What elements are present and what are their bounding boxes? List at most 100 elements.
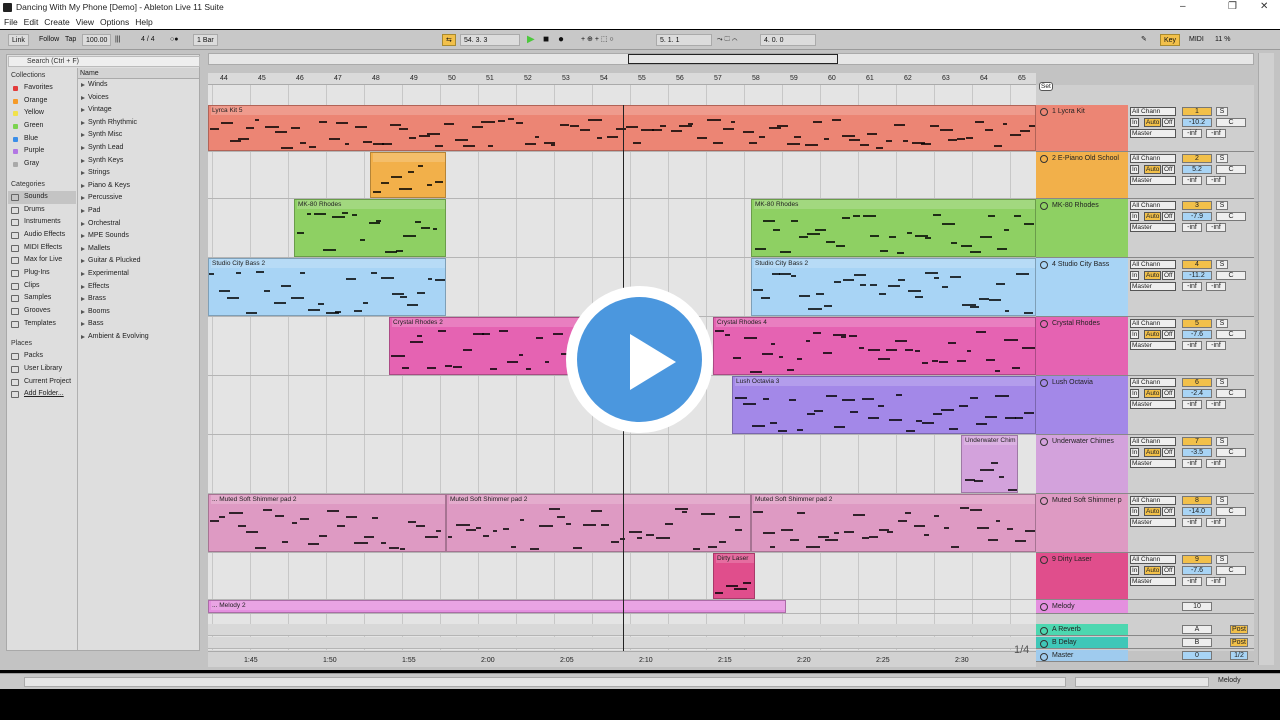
return-title-bar[interactable]: Master	[1036, 650, 1128, 661]
monitor-auto[interactable]: Auto	[1144, 389, 1162, 398]
track-header[interactable]: 2 E-Piano Old School All Chann In Auto Off Ma…	[1036, 152, 1254, 199]
track-activator[interactable]: 7	[1182, 437, 1212, 446]
track-lane[interactable]: Dirty Laser	[208, 553, 1036, 600]
solo-button[interactable]: S	[1216, 260, 1228, 269]
solo-button[interactable]: S	[1216, 154, 1228, 163]
bar-number[interactable]: 60	[828, 75, 836, 82]
track-title-bar[interactable]: Lush Octavia	[1036, 376, 1128, 434]
input-type-select[interactable]: All Chann	[1130, 496, 1176, 505]
track-activator[interactable]: 6	[1182, 378, 1212, 387]
video-play-button[interactable]	[566, 286, 713, 433]
record-icon[interactable]: ●	[555, 34, 567, 46]
place-item[interactable]: User Library	[8, 363, 76, 376]
return-track-header[interactable]: A Reverb A Post	[1036, 624, 1254, 636]
bar-number[interactable]: 64	[980, 75, 988, 82]
track-fold-icon[interactable]	[1040, 438, 1048, 446]
menu-edit[interactable]: Edit	[24, 15, 39, 27]
monitor-off[interactable]: Off	[1162, 389, 1175, 398]
track-activator[interactable]: 8	[1182, 496, 1212, 505]
pan-field[interactable]: C	[1216, 507, 1246, 516]
browser-item[interactable]: Voices	[78, 92, 199, 105]
midi-clip[interactable]: Lyrca Kit 5	[208, 105, 1036, 151]
category-item[interactable]: Audio Effects	[8, 229, 76, 242]
midi-clip[interactable]: Underwater Chim	[961, 435, 1018, 493]
midi-clip[interactable]: ... Muted Soft Shimmer pad 2	[208, 494, 446, 552]
send-a[interactable]: -inf	[1182, 518, 1202, 527]
monitor-auto[interactable]: Auto	[1144, 271, 1162, 280]
place-item[interactable]: Current Project	[8, 376, 76, 389]
minimize-button[interactable]: –	[1180, 1, 1186, 12]
track-activator[interactable]: 2	[1182, 154, 1212, 163]
solo-button[interactable]: S	[1216, 437, 1228, 446]
post-button[interactable]: Post	[1230, 638, 1248, 647]
send-b[interactable]: -inf	[1206, 223, 1226, 232]
input-type-select[interactable]: All Chann	[1130, 555, 1176, 564]
pan-field[interactable]: C	[1216, 389, 1246, 398]
menu-file[interactable]: File	[4, 15, 18, 27]
track-title-bar[interactable]: Underwater Chimes	[1036, 435, 1128, 493]
solo-button[interactable]: S	[1216, 319, 1228, 328]
key-map-button[interactable]: Key	[1160, 34, 1181, 46]
play-circle[interactable]	[577, 297, 702, 422]
track-activator[interactable]: 10	[1182, 602, 1212, 611]
output-select[interactable]: Master	[1130, 518, 1176, 527]
menu-create[interactable]: Create	[44, 15, 70, 27]
category-item[interactable]: Instruments	[8, 216, 76, 229]
output-select[interactable]: Master	[1130, 577, 1176, 586]
bar-number[interactable]: 48	[372, 75, 380, 82]
input-type-select[interactable]: All Chann	[1130, 201, 1176, 210]
send-b[interactable]: -inf	[1206, 577, 1226, 586]
volume-field[interactable]: -14.0	[1182, 507, 1212, 516]
bar-number[interactable]: 59	[790, 75, 798, 82]
return-fold-icon[interactable]	[1040, 627, 1048, 635]
browser-item[interactable]: Strings	[78, 167, 199, 180]
browser-item[interactable]: Booms	[78, 306, 199, 319]
track-title-bar[interactable]: Muted Soft Shimmer p	[1036, 494, 1128, 552]
track-lane[interactable]: Lyrca Kit 5	[208, 105, 1036, 152]
place-item[interactable]: Packs	[8, 350, 76, 363]
place-item[interactable]: Add Folder...	[8, 388, 76, 401]
browser-item[interactable]: Ambient & Evolving	[78, 331, 199, 344]
loop-start-field[interactable]: 5. 1. 1	[656, 34, 712, 46]
track-lane[interactable]	[208, 152, 1036, 199]
pan-field[interactable]: C	[1216, 330, 1246, 339]
post-button[interactable]: 1/2	[1230, 651, 1248, 660]
monitor-off[interactable]: Off	[1162, 271, 1175, 280]
bar-number[interactable]: 55	[638, 75, 646, 82]
track-title-bar[interactable]: 2 E-Piano Old School	[1036, 152, 1128, 198]
category-item[interactable]: Max for Live	[8, 254, 76, 267]
track-title-bar[interactable]: MK-80 Rhodes	[1036, 199, 1128, 257]
category-item[interactable]: Plug-Ins	[8, 267, 76, 280]
midi-clip[interactable]: MK-80 Rhodes	[294, 199, 446, 257]
track-header[interactable]: 4 Studio City Bass All Chann In Auto Off Mast…	[1036, 258, 1254, 317]
track-header[interactable]: Lush Octavia All Chann In Auto Off Master 6 S -2…	[1036, 376, 1254, 435]
bar-number[interactable]: 58	[752, 75, 760, 82]
send-b[interactable]: -inf	[1206, 341, 1226, 350]
category-item[interactable]: Drums	[8, 204, 76, 217]
set-button[interactable]: Set	[1039, 82, 1053, 91]
collection-item[interactable]: Yellow	[8, 107, 76, 120]
input-type-select[interactable]: All Chann	[1130, 154, 1176, 163]
collection-item[interactable]: Gray	[8, 158, 76, 171]
bar-number[interactable]: 63	[942, 75, 950, 82]
volume-field[interactable]: 5.2	[1182, 165, 1212, 174]
midi-clip[interactable]: ... Melody 2	[208, 600, 786, 613]
menu-options[interactable]: Options	[100, 15, 129, 27]
bar-number[interactable]: 51	[486, 75, 494, 82]
send-a[interactable]: -inf	[1182, 577, 1202, 586]
track-activator[interactable]: 1	[1182, 107, 1212, 116]
browser-item[interactable]: Piano & Keys	[78, 180, 199, 193]
output-select[interactable]: Master	[1130, 341, 1176, 350]
solo-button[interactable]: S	[1216, 555, 1228, 564]
volume-field[interactable]: -7.6	[1182, 330, 1212, 339]
monitor-auto[interactable]: Auto	[1144, 118, 1162, 127]
monitor-auto[interactable]: Auto	[1144, 330, 1162, 339]
output-select[interactable]: Master	[1130, 223, 1176, 232]
monitor-off[interactable]: Off	[1162, 507, 1175, 516]
tap-button[interactable]: Tap	[62, 34, 79, 46]
track-title-bar[interactable]: Melody	[1036, 600, 1128, 613]
return-track-header[interactable]: B Delay B Post	[1036, 637, 1254, 649]
midi-clip[interactable]: Muted Soft Shimmer pad 2	[751, 494, 1036, 552]
category-item[interactable]: Samples	[8, 292, 76, 305]
track-fold-icon[interactable]	[1040, 497, 1048, 505]
